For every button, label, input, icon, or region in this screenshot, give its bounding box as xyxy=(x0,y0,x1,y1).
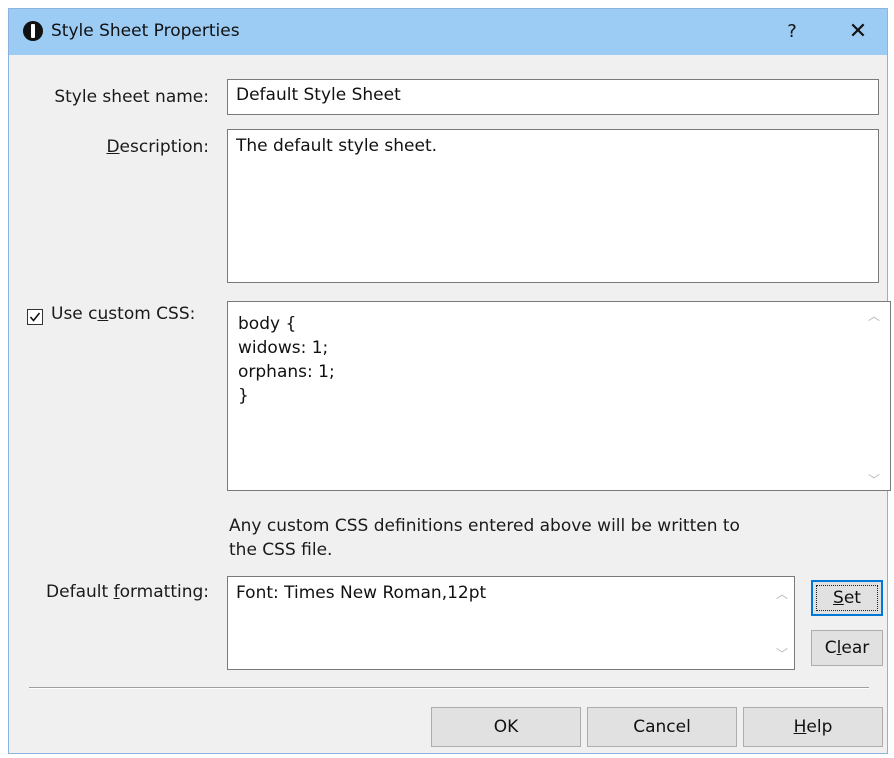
formatting-label: Default formatting: xyxy=(46,582,209,602)
help-title-button[interactable]: ? xyxy=(769,9,815,55)
name-label: Style sheet name: xyxy=(54,87,209,107)
help-button[interactable]: Help xyxy=(743,707,883,747)
close-button[interactable]: ✕ xyxy=(829,9,887,55)
custom-css-note: Any custom CSS definitions entered above… xyxy=(229,516,740,560)
description-label: Description: xyxy=(106,137,209,157)
formatting-scroll-down-icon[interactable]: ﹀ xyxy=(775,647,789,661)
style-sheet-properties-dialog: Style Sheet Properties ? ✕ Style sheet n… xyxy=(8,8,891,754)
app-icon xyxy=(23,21,43,41)
scroll-down-icon[interactable]: ﹀ xyxy=(867,473,881,487)
formatting-scroll-up-icon[interactable]: ︿ xyxy=(775,587,789,601)
name-field[interactable]: Default Style Sheet xyxy=(227,79,879,115)
separator xyxy=(29,687,869,689)
ok-button[interactable]: OK xyxy=(431,707,581,747)
custom-css-label[interactable]: Use custom CSS: xyxy=(51,304,195,324)
checkmark-icon xyxy=(29,312,41,322)
title-bar: Style Sheet Properties ? ✕ xyxy=(9,9,887,55)
clear-button[interactable]: Clear xyxy=(811,630,883,666)
scroll-up-icon[interactable]: ︿ xyxy=(867,309,881,323)
custom-css-checkbox[interactable] xyxy=(27,309,43,325)
custom-css-field[interactable]: body { widows: 1; orphans: 1; } xyxy=(227,301,891,491)
window-title: Style Sheet Properties xyxy=(51,21,240,41)
set-button[interactable]: Set xyxy=(811,580,883,616)
formatting-field[interactable]: Font: Times New Roman,12pt xyxy=(227,576,795,670)
cancel-button[interactable]: Cancel xyxy=(587,707,737,747)
focus-ring xyxy=(816,585,878,611)
description-field[interactable]: The default style sheet. xyxy=(227,129,879,283)
